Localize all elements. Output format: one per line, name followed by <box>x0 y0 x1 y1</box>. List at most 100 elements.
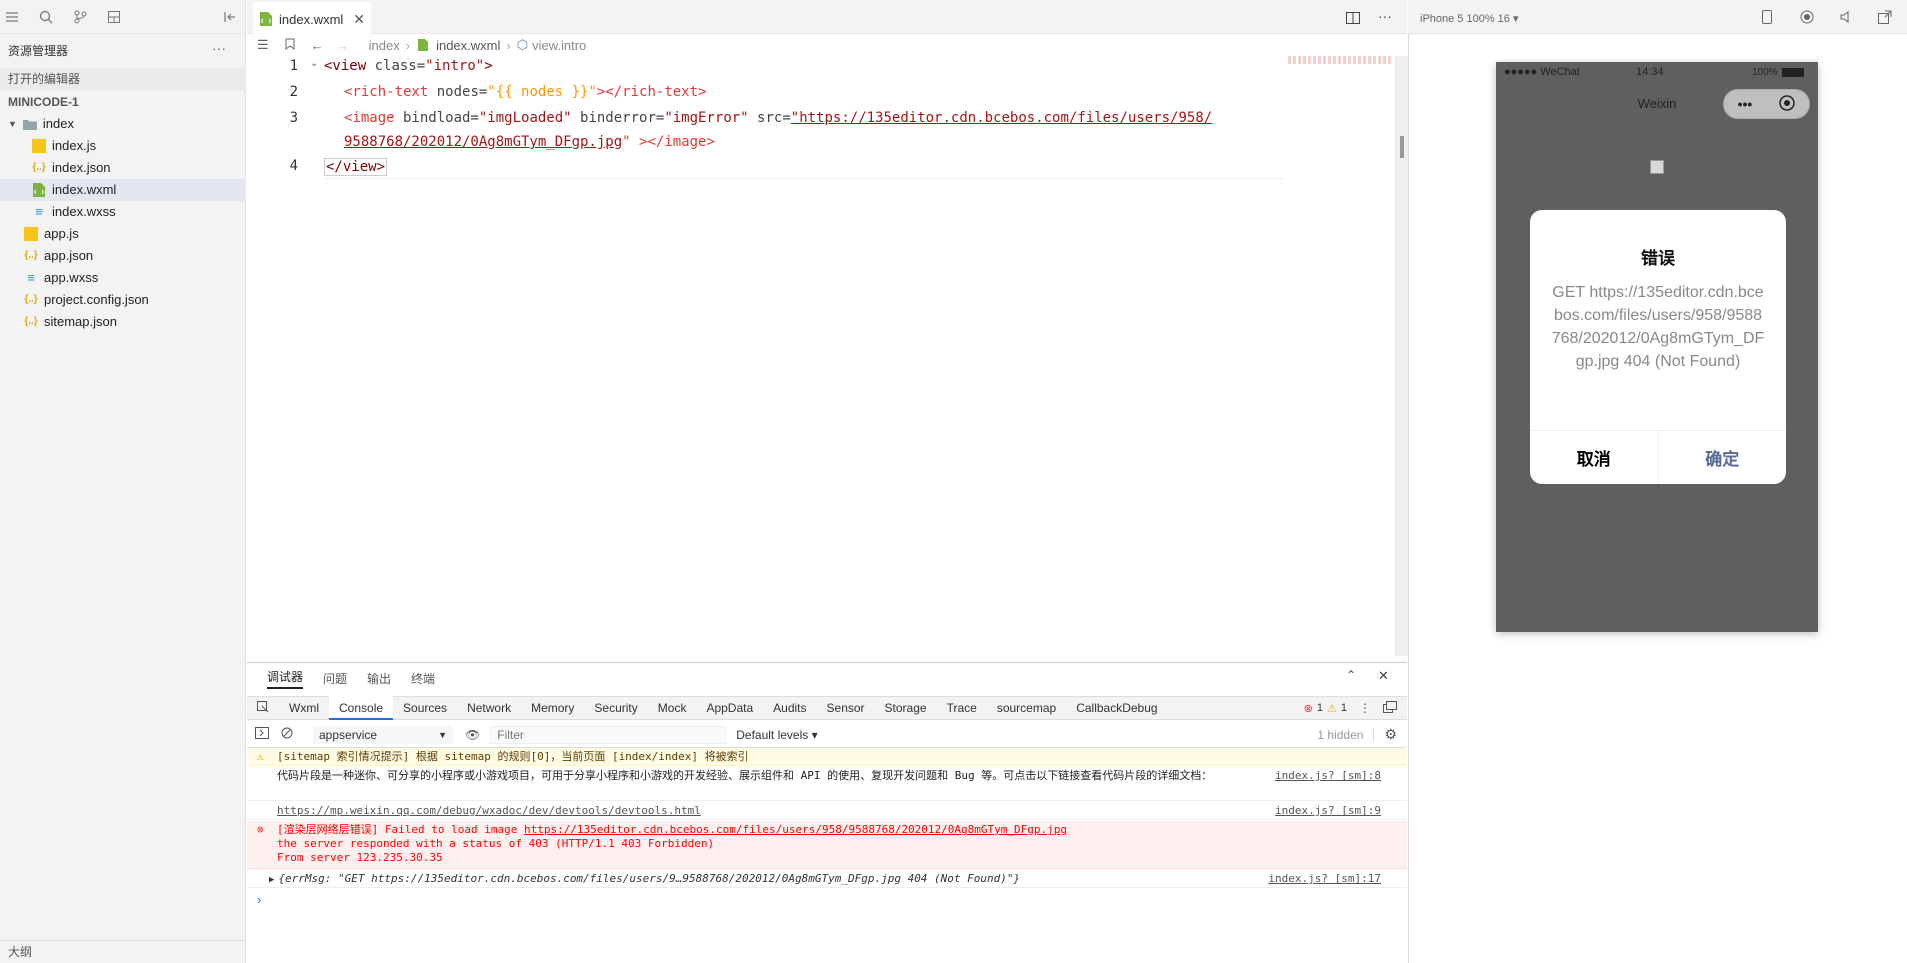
devtools-tab-mock[interactable]: Mock <box>648 696 697 720</box>
tree-item-app-wxss[interactable]: ≡ app.wxss <box>0 267 246 289</box>
volume-icon[interactable] <box>1840 10 1854 27</box>
source-link[interactable]: index.js? [sm]:17 <box>1268 870 1381 888</box>
devtools-tab-appdata[interactable]: AppData <box>696 696 763 720</box>
outline-section[interactable]: 大纲 <box>0 940 246 963</box>
tree-item-index-wxss[interactable]: ≡ index.wxss <box>0 201 246 223</box>
tree-item-index-folder[interactable]: ▼ index <box>0 113 246 135</box>
clear-console-icon[interactable] <box>281 727 293 742</box>
log-levels-select[interactable]: Default levels ▾ <box>736 728 817 742</box>
tree-item-app-js[interactable]: app.js <box>0 223 246 245</box>
breadcrumb-item[interactable]: index.wxml <box>436 38 500 53</box>
devtools-tab-audits[interactable]: Audits <box>763 696 816 720</box>
devtools-tab-storage[interactable]: Storage <box>875 696 937 720</box>
close-panel-icon[interactable]: ✕ <box>1378 668 1389 684</box>
console-filter-input[interactable] <box>490 725 727 744</box>
project-section[interactable]: MINICODE-1 <box>0 92 246 112</box>
editor-more-icon[interactable]: ··· <box>1378 8 1392 24</box>
url-token[interactable]: "https://135editor.cdn.bcebos.com/files/… <box>791 110 1212 126</box>
tab-debugger[interactable]: 调试器 <box>267 668 304 689</box>
forward-arrow-icon[interactable]: → <box>336 38 349 53</box>
tree-item-sitemap[interactable]: {..} sitemap.json <box>0 311 246 333</box>
console-filter-bar: appservice ▼ 👁 Default levels ▾ 1 hidden… <box>247 722 1407 748</box>
breadcrumb-item[interactable]: view.intro <box>532 38 586 53</box>
console-prompt[interactable]: › <box>247 892 1407 910</box>
devtools-tab-security[interactable]: Security <box>584 696 647 720</box>
tab-terminal[interactable]: 终端 <box>411 670 435 687</box>
hidden-count: 1 hidden <box>1317 727 1375 742</box>
popout-icon[interactable] <box>1878 10 1892 27</box>
devtools-tab-network[interactable]: Network <box>457 696 521 720</box>
tab-problems[interactable]: 问题 <box>323 670 347 687</box>
expand-triangle-icon[interactable]: ▶ <box>269 875 274 885</box>
devtools-tab-memory[interactable]: Memory <box>521 696 584 720</box>
console-warning-row[interactable]: ⚠ [sitemap 索引情况提示] 根据 sitemap 的规则[0]，当前页… <box>247 748 1407 766</box>
more-dots-icon[interactable]: ••• <box>1738 96 1753 112</box>
explorer-more-button[interactable]: ··· <box>212 40 226 56</box>
fold-chevron-icon[interactable]: ⌄ <box>310 58 318 69</box>
error-text: Failed to load image <box>378 823 524 836</box>
mini-program-capsule[interactable]: ••• <box>1723 89 1810 119</box>
line-number: 3 <box>289 110 298 126</box>
console-link[interactable]: https://mp.weixin.qq.com/debug/wxadoc/de… <box>277 804 701 817</box>
line-number: 1 <box>289 58 298 74</box>
js-file-icon <box>32 139 46 153</box>
tab-index-wxml[interactable]: index.wxml ✕ <box>253 2 371 34</box>
tree-item-label: app.js <box>44 226 79 241</box>
bookmark-icon[interactable] <box>285 38 295 53</box>
context-select[interactable]: appservice ▼ <box>313 725 453 744</box>
error-line-3: From server 123.235.30.35 <box>277 851 443 864</box>
tree-item-project-config[interactable]: {..} project.config.json <box>0 289 246 311</box>
tree-item-index-wxml[interactable]: index.wxml <box>0 179 246 201</box>
tree-item-index-js[interactable]: index.js <box>0 135 246 157</box>
url-token[interactable]: 9588768/202012/0Ag8mGTym_DFgp.jpg <box>344 134 622 150</box>
tab-output[interactable]: 输出 <box>367 670 391 687</box>
sidebar-toggle-icon[interactable] <box>255 727 269 742</box>
inspect-element-icon[interactable] <box>247 700 279 716</box>
device-select[interactable]: iPhone 5 100% 16 ▾ <box>1420 12 1518 25</box>
console-object-row[interactable]: ▶ {errMsg: "GET https://135editor.cdn.bce… <box>247 870 1407 888</box>
extensions-icon[interactable] <box>106 9 122 25</box>
source-link[interactable]: index.js? [sm]:8 <box>1275 769 1381 783</box>
devtools-tab-sourcemap[interactable]: sourcemap <box>987 696 1066 720</box>
phone-icon[interactable] <box>1762 10 1772 27</box>
back-arrow-icon[interactable]: ← <box>311 38 324 53</box>
devtools-tab-sources[interactable]: Sources <box>393 696 457 720</box>
console-error-row[interactable]: ⊗ [渲染层网络层错误] Failed to load image https:… <box>247 821 1407 869</box>
collapse-sidebar-icon[interactable] <box>222 9 238 25</box>
error-url[interactable]: https://135editor.cdn.bcebos.com/files/u… <box>524 823 1067 836</box>
confirm-button[interactable]: 确定 <box>1659 431 1787 484</box>
menu-icon[interactable] <box>4 9 20 25</box>
devtools-tab-trace[interactable]: Trace <box>937 696 987 720</box>
scrollbar-thumb[interactable] <box>1400 136 1404 158</box>
record-icon[interactable] <box>1800 10 1814 27</box>
devtools-tab-console[interactable]: Console <box>329 696 394 720</box>
open-editors-section[interactable]: 打开的编辑器 <box>0 68 246 90</box>
console-log-row[interactable]: 代码片段是一种迷你、可分享的小程序或小游戏项目，可用于分享小程序和小游戏的开发经… <box>247 767 1407 801</box>
close-target-icon[interactable] <box>1779 94 1796 114</box>
issue-counts[interactable]: ⊗ 1 ⚠ 1 <box>1304 702 1347 715</box>
devtools-tab-callbackdebug[interactable]: CallbackDebug <box>1066 696 1167 720</box>
undock-icon[interactable] <box>1383 700 1397 716</box>
cancel-button[interactable]: 取消 <box>1530 431 1659 484</box>
devtools-tab-wxml[interactable]: Wxml <box>279 696 329 720</box>
log-levels-label: Default levels <box>736 727 809 742</box>
tag-token: " ></image> <box>622 134 715 150</box>
devtools-more-icon[interactable]: ⋮ <box>1359 701 1371 715</box>
settings-gear-icon[interactable]: ⚙ <box>1384 726 1397 743</box>
split-editor-icon[interactable] <box>1346 12 1360 27</box>
code-line-3-wrap: 9588768/202012/0Ag8mGTym_DFgp.jpg" ></im… <box>344 134 715 150</box>
tree-item-app-json[interactable]: {..} app.json <box>0 245 246 267</box>
console-log-row[interactable]: https://mp.weixin.qq.com/debug/wxadoc/de… <box>247 802 1407 820</box>
tree-item-index-json[interactable]: {..} index.json <box>0 157 246 179</box>
eye-icon[interactable]: 👁 <box>465 728 480 742</box>
close-icon[interactable]: ✕ <box>353 11 365 28</box>
maximize-panel-icon[interactable]: ⌃ <box>1346 668 1356 682</box>
source-link[interactable]: index.js? [sm]:9 <box>1275 802 1381 820</box>
minimap[interactable] <box>1288 56 1392 64</box>
breadcrumb-item[interactable]: index <box>369 38 400 53</box>
tag-token: </view> <box>326 159 386 175</box>
source-control-icon[interactable] <box>72 9 88 25</box>
list-icon[interactable]: ☰ <box>257 37 269 53</box>
devtools-tab-sensor[interactable]: Sensor <box>817 696 875 720</box>
search-icon[interactable] <box>38 9 54 25</box>
